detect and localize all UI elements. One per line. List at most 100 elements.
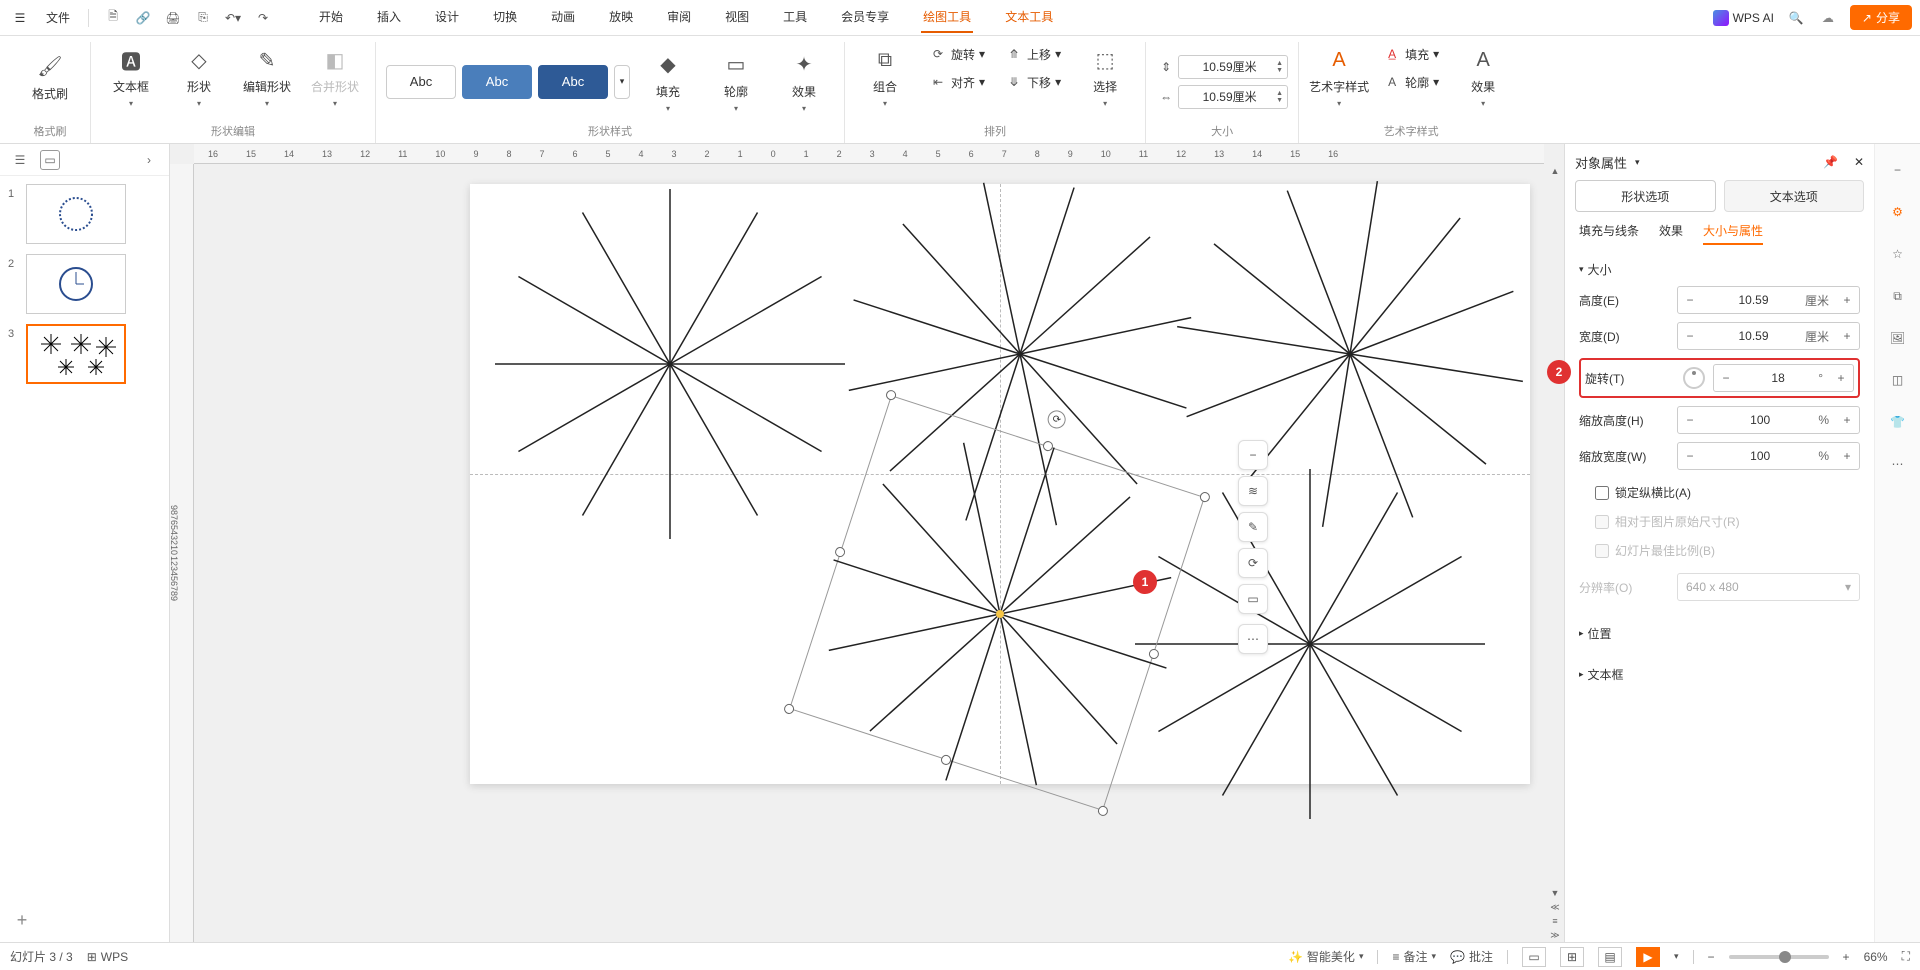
subtab-fill-line[interactable]: 填充与线条: [1579, 222, 1639, 245]
tab-member[interactable]: 会员专享: [839, 2, 891, 33]
add-slide-button[interactable]: +: [10, 908, 34, 932]
minus-button[interactable]: −: [1714, 371, 1738, 385]
plus-button[interactable]: +: [1835, 449, 1859, 463]
print-preview-icon[interactable]: 🔗: [133, 8, 153, 28]
slide-thumbnail-1[interactable]: [26, 184, 126, 244]
effect-button[interactable]: ✦效果▾: [774, 47, 834, 117]
pin-icon[interactable]: 📌: [1823, 155, 1838, 169]
cloud-icon[interactable]: ☁: [1818, 8, 1838, 28]
plus-button[interactable]: +: [1835, 293, 1859, 307]
style-preset-2[interactable]: Abc: [462, 65, 532, 99]
style-preset-1[interactable]: Abc: [386, 65, 456, 99]
rail-settings-icon[interactable]: ⚙: [1886, 200, 1910, 224]
wordart-style-button[interactable]: A艺术字样式▾: [1309, 42, 1369, 112]
minus-button[interactable]: −: [1678, 413, 1702, 427]
float-layers[interactable]: ≋: [1238, 476, 1268, 506]
rotate-spinner[interactable]: − 18 ° +: [1713, 364, 1854, 392]
text-effect-button[interactable]: A效果▾: [1453, 42, 1513, 112]
thumbnail-view-icon[interactable]: ▭: [40, 150, 60, 170]
hamburger-icon[interactable]: ☰: [8, 11, 32, 25]
section-textbox-head[interactable]: ▸文本框: [1579, 666, 1860, 683]
move-up-button[interactable]: ⤊上移 ▾: [999, 42, 1067, 66]
scroll-up-icon[interactable]: ▲: [1548, 164, 1562, 178]
text-outline-button[interactable]: A轮廓 ▾: [1377, 70, 1445, 94]
minus-button[interactable]: −: [1678, 329, 1702, 343]
search-icon[interactable]: 🔍: [1786, 8, 1806, 28]
wps-indicator[interactable]: ⊞WPS: [87, 950, 128, 964]
textbox-button[interactable]: 🅰文本框▾: [101, 42, 161, 112]
tab-animation[interactable]: 动画: [549, 2, 577, 33]
group-button[interactable]: ⧉组合▾: [855, 42, 915, 112]
minus-button[interactable]: −: [1678, 293, 1702, 307]
spinner[interactable]: ▲▼: [1276, 90, 1283, 104]
wps-ai-button[interactable]: WPS AI: [1713, 10, 1774, 26]
move-down-button[interactable]: ⤋下移 ▾: [999, 70, 1067, 94]
minus-button[interactable]: −: [1678, 449, 1702, 463]
resize-handle-br[interactable]: [1097, 805, 1110, 818]
outline-view-icon[interactable]: ☰: [10, 150, 30, 170]
section-position-head[interactable]: ▸位置: [1579, 625, 1860, 642]
checkbox[interactable]: [1595, 486, 1609, 500]
width-field[interactable]: 10.59厘米▲▼: [1178, 85, 1288, 109]
plus-button[interactable]: +: [1829, 371, 1853, 385]
zoom-knob[interactable]: [1779, 951, 1791, 963]
smart-beautify-button[interactable]: ✨智能美化 ▾: [1288, 948, 1364, 965]
expand-icon[interactable]: ›: [139, 150, 159, 170]
shape-button[interactable]: ◇形状▾: [169, 42, 229, 112]
tab-text-options[interactable]: 文本选项: [1724, 180, 1865, 212]
slide-canvas[interactable]: ⟳ 1: [470, 184, 1530, 784]
print-area-icon[interactable]: ⎘: [193, 8, 213, 28]
tab-text-tools[interactable]: 文本工具: [1003, 2, 1055, 33]
height-spinner[interactable]: − 10.59 厘米 +: [1677, 286, 1860, 314]
tab-slideshow[interactable]: 放映: [607, 2, 635, 33]
share-button[interactable]: ↗分享: [1850, 5, 1912, 30]
float-zoom-out[interactable]: −: [1238, 440, 1268, 470]
close-icon[interactable]: ✕: [1854, 155, 1864, 169]
rail-layers-icon[interactable]: ⧉: [1886, 284, 1910, 308]
undo-icon[interactable]: ↶▾: [223, 8, 243, 28]
align-button[interactable]: ⇤对齐 ▾: [923, 70, 991, 94]
float-screen[interactable]: ▭: [1238, 584, 1268, 614]
vertical-scrollbar[interactable]: ▲ ▼ ≪ ≡ ≫: [1548, 164, 1562, 942]
text-fill-button[interactable]: A̲填充 ▾: [1377, 42, 1445, 66]
slide-thumbnail-3[interactable]: [26, 324, 126, 384]
tab-design[interactable]: 设计: [433, 2, 461, 33]
zoom-in-button[interactable]: +: [1843, 950, 1850, 964]
view-sorter[interactable]: ⊞: [1560, 947, 1584, 967]
file-menu[interactable]: 文件: [36, 5, 80, 30]
slide-thumbnail-2[interactable]: [26, 254, 126, 314]
tab-start[interactable]: 开始: [317, 2, 345, 33]
rail-image-icon[interactable]: 🖼: [1886, 326, 1910, 350]
scale-width-spinner[interactable]: − 100 % +: [1677, 442, 1860, 470]
plus-button[interactable]: +: [1835, 329, 1859, 343]
view-reading[interactable]: ▤: [1598, 947, 1622, 967]
tab-insert[interactable]: 插入: [375, 2, 403, 33]
float-eyedropper[interactable]: ✎: [1238, 512, 1268, 542]
edit-shape-button[interactable]: ✎编辑形状▾: [237, 42, 297, 112]
tab-drawing-tools[interactable]: 绘图工具: [921, 2, 973, 33]
outline-button[interactable]: ▭轮廓▾: [706, 47, 766, 117]
comments-button[interactable]: 💬批注: [1450, 948, 1493, 965]
zoom-slider[interactable]: [1729, 955, 1829, 959]
tab-review[interactable]: 审阅: [665, 2, 693, 33]
scroll-down-icon[interactable]: ▼: [1548, 886, 1562, 900]
rotate-dial[interactable]: [1683, 367, 1705, 389]
next-slide-icon[interactable]: ≫: [1548, 928, 1562, 942]
subtab-size-properties[interactable]: 大小与属性: [1703, 222, 1763, 245]
shape-starburst-1[interactable]: [490, 184, 850, 544]
fill-button[interactable]: ◆填充▾: [638, 47, 698, 117]
subtab-effect[interactable]: 效果: [1659, 222, 1683, 245]
chevron-down-icon[interactable]: ▾: [1635, 157, 1640, 168]
redo-icon[interactable]: ↷: [253, 8, 273, 28]
print-icon[interactable]: 🖨: [163, 8, 183, 28]
style-preset-3[interactable]: Abc: [538, 65, 608, 99]
notes-button[interactable]: ≡备注 ▾: [1392, 948, 1436, 965]
format-painter-button[interactable]: 🖌 格式刷: [20, 42, 80, 112]
zoom-out-button[interactable]: −: [1708, 950, 1715, 964]
view-normal[interactable]: ▭: [1522, 947, 1546, 967]
plus-button[interactable]: +: [1835, 413, 1859, 427]
style-gallery-more[interactable]: ▾: [614, 65, 630, 99]
rail-more-icon[interactable]: ⋯: [1886, 452, 1910, 476]
rail-collapse-icon[interactable]: −: [1886, 158, 1910, 182]
float-more[interactable]: ⋯: [1238, 624, 1268, 654]
